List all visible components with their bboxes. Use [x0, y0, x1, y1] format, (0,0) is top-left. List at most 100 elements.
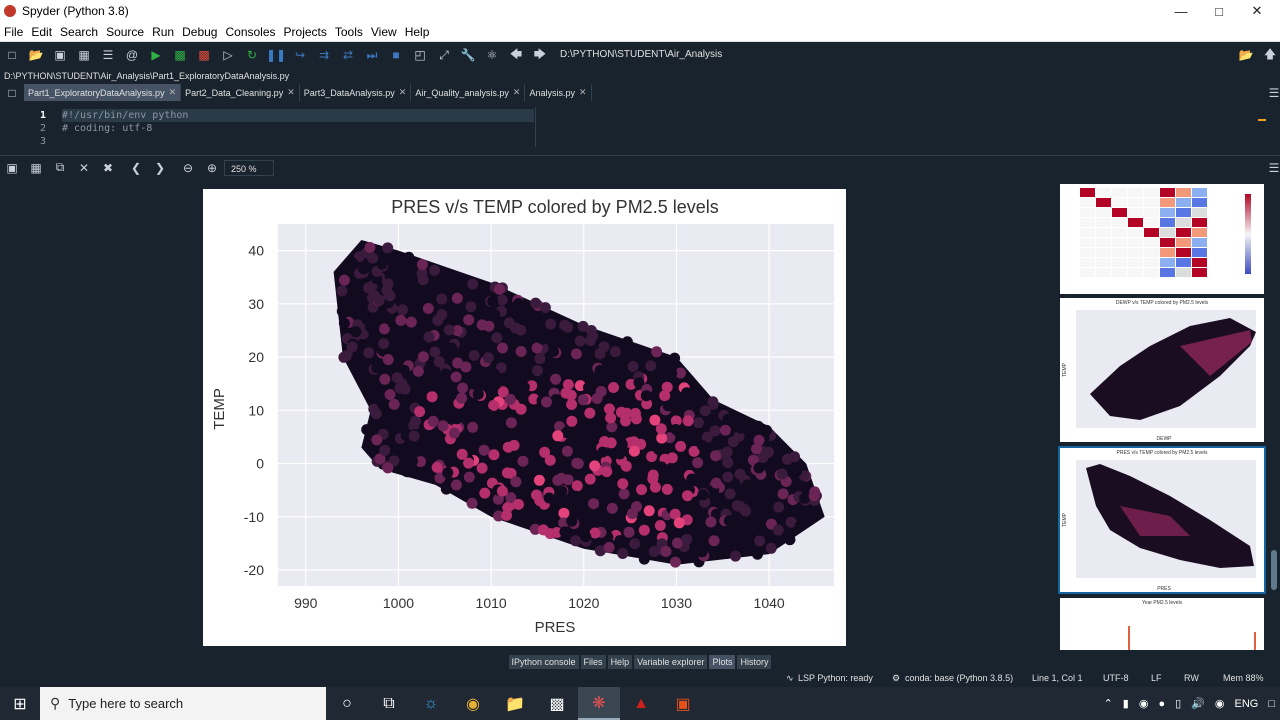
thumbnail-scrollbar[interactable]: [1270, 180, 1278, 650]
tab-files[interactable]: Files: [580, 655, 606, 669]
thumbnail-dewp-temp[interactable]: DEWP v/s TEMP colored by PM2.5 levels DE…: [1058, 296, 1266, 444]
list-icon[interactable]: ☰: [100, 47, 116, 63]
run-icon[interactable]: ▶: [148, 47, 164, 63]
volume-icon[interactable]: 🔊: [1191, 697, 1205, 710]
close-tab-icon[interactable]: ✕: [579, 87, 587, 98]
run-selection-icon[interactable]: ▷: [220, 47, 236, 63]
stop-icon[interactable]: ■: [388, 47, 404, 63]
save-icon[interactable]: ▣: [52, 47, 68, 63]
menu-projects[interactable]: Projects: [280, 25, 331, 39]
cortana-icon[interactable]: ○: [326, 687, 368, 720]
zoom-out-icon[interactable]: ⊖: [180, 160, 196, 176]
terminal-icon[interactable]: ▩: [536, 687, 578, 720]
menu-view[interactable]: View: [367, 25, 401, 39]
working-directory-field[interactable]: D:\PYTHON\STUDENT\Air_Analysis: [556, 46, 1226, 64]
menu-source[interactable]: Source: [102, 25, 148, 39]
remove-all-plots-icon[interactable]: ✖: [100, 160, 116, 176]
menu-help[interactable]: Help: [401, 25, 434, 39]
fullscreen-icon[interactable]: ⤢: [436, 47, 452, 63]
menu-file[interactable]: File: [0, 25, 27, 39]
chrome-browser-icon[interactable]: ◉: [452, 687, 494, 720]
spyder-taskbar-icon[interactable]: ❋: [578, 687, 620, 720]
copy-plot-icon[interactable]: ⧉: [52, 160, 68, 176]
zoom-level-field[interactable]: 250 %: [224, 159, 274, 176]
editor-tab[interactable]: Air_Quality_analysis.py ✕: [411, 84, 526, 101]
code-line[interactable]: # coding: utf-8: [62, 122, 534, 135]
new-file-icon[interactable]: □: [4, 47, 20, 63]
parent-dir-icon[interactable]: 🡅: [1262, 47, 1278, 63]
continue-icon[interactable]: ⏭: [364, 47, 380, 63]
tab-ipython-console[interactable]: IPython console: [508, 655, 579, 669]
run-cell-advance-icon[interactable]: ▩: [196, 47, 212, 63]
maximize-pane-icon[interactable]: ◰: [412, 47, 428, 63]
tray-expand-icon[interactable]: ⌃: [1104, 697, 1113, 710]
editor-tab[interactable]: Part1_ExploratoryDataAnalysis.py ✕: [24, 84, 182, 101]
forward-arrow-icon[interactable]: 🡆: [532, 47, 548, 63]
battery-icon[interactable]: ▯: [1175, 697, 1181, 710]
scrollbar-handle[interactable]: [1271, 550, 1277, 590]
thumbnail-heatmap[interactable]: [1058, 182, 1266, 296]
microphone-icon[interactable]: ◉: [1139, 697, 1149, 710]
step-return-icon[interactable]: ⇄: [340, 47, 356, 63]
close-tab-icon[interactable]: ✕: [169, 87, 177, 98]
menu-run[interactable]: Run: [148, 25, 178, 39]
rerun-icon[interactable]: ↻: [244, 47, 260, 63]
next-plot-icon[interactable]: ❯: [152, 160, 168, 176]
run-cell-icon[interactable]: ▩: [172, 47, 188, 63]
plots-options-icon[interactable]: ☰: [1266, 160, 1280, 176]
editor-tab[interactable]: Part3_DataAnalysis.py ✕: [300, 84, 412, 101]
edge-browser-icon[interactable]: ☼: [410, 687, 452, 720]
tab-help[interactable]: Help: [607, 655, 633, 669]
language-indicator[interactable]: ENG: [1235, 698, 1259, 710]
minimize-button[interactable]: —: [1162, 0, 1200, 22]
at-icon[interactable]: @: [124, 47, 140, 63]
back-arrow-icon[interactable]: 🡄: [508, 47, 524, 63]
menu-debug[interactable]: Debug: [178, 25, 221, 39]
code-lines[interactable]: #!/usr/bin/env python # coding: utf-8: [62, 109, 534, 135]
remove-plot-icon[interactable]: ✕: [76, 160, 92, 176]
browse-folder-icon[interactable]: 📂: [1238, 47, 1254, 63]
notifications-icon[interactable]: □: [1268, 698, 1275, 710]
thumbnail-year-pm25[interactable]: Year PM2.5 levels: [1058, 596, 1266, 650]
save-all-plots-icon[interactable]: ▦: [28, 160, 44, 176]
editor-tab[interactable]: Part2_Data_Cleaning.py ✕: [181, 84, 300, 101]
open-file-icon[interactable]: 📂: [28, 47, 44, 63]
task-view-icon[interactable]: ⧉: [368, 687, 410, 720]
zoom-in-icon[interactable]: ⊕: [204, 160, 220, 176]
maximize-button[interactable]: □: [1200, 0, 1238, 22]
menu-edit[interactable]: Edit: [27, 25, 56, 39]
tab-variable-explorer[interactable]: Variable explorer: [634, 655, 708, 669]
preferences-wrench-icon[interactable]: 🔧: [460, 47, 476, 63]
debug-icon[interactable]: ❚❚: [266, 47, 286, 63]
close-button[interactable]: ✕: [1238, 0, 1276, 22]
windows-start-icon[interactable]: ⊞: [0, 687, 40, 720]
chrome-tray-icon[interactable]: ◉: [1215, 697, 1225, 710]
presentation-app-icon[interactable]: ▣: [662, 687, 704, 720]
python-path-icon[interactable]: ⚛: [484, 47, 500, 63]
save-all-icon[interactable]: ▦: [76, 47, 92, 63]
browse-tabs-icon[interactable]: □: [4, 85, 20, 101]
menu-tools[interactable]: Tools: [331, 25, 367, 39]
acrobat-icon[interactable]: ▲: [620, 687, 662, 720]
code-editor[interactable]: 1 2 3 #!/usr/bin/env python # coding: ut…: [0, 105, 1280, 151]
close-tab-icon[interactable]: ✕: [399, 87, 407, 98]
code-line[interactable]: #!/usr/bin/env python: [62, 109, 534, 122]
save-plot-icon[interactable]: ▣: [4, 160, 20, 176]
tray-app-icon[interactable]: ▮: [1123, 697, 1129, 710]
editor-options-icon[interactable]: ☰: [1266, 85, 1280, 101]
step-icon[interactable]: ↪: [292, 47, 308, 63]
editor-tab[interactable]: Analysis.py ✕: [525, 84, 592, 101]
tab-plots[interactable]: Plots: [709, 655, 736, 669]
taskbar-search[interactable]: ⚲ Type here to search: [40, 687, 326, 720]
close-tab-icon[interactable]: ✕: [513, 87, 521, 98]
previous-plot-icon[interactable]: ❮: [128, 160, 144, 176]
network-icon[interactable]: ●: [1158, 698, 1165, 710]
step-into-icon[interactable]: ⇉: [316, 47, 332, 63]
tab-history[interactable]: History: [737, 655, 772, 669]
menu-search[interactable]: Search: [56, 25, 102, 39]
file-explorer-icon[interactable]: 📁: [494, 687, 536, 720]
menu-consoles[interactable]: Consoles: [221, 25, 279, 39]
close-tab-icon[interactable]: ✕: [287, 87, 295, 98]
scatter-point: [753, 462, 765, 474]
thumbnail-pres-temp[interactable]: PRES v/s TEMP colored by PM2.5 levels PR…: [1058, 446, 1266, 594]
